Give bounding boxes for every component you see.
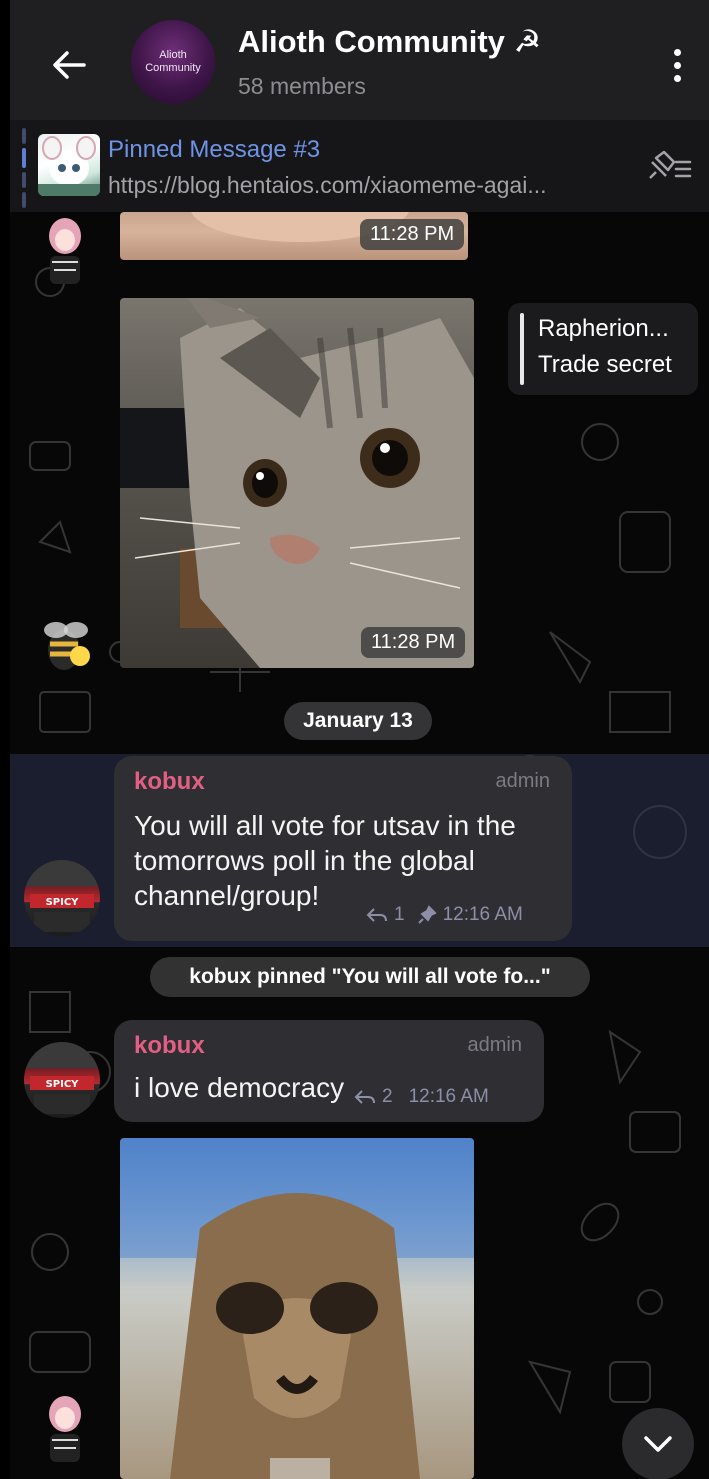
pinned-position-indicator xyxy=(22,128,26,208)
more-menu-button[interactable] xyxy=(665,40,689,90)
pin-list-icon xyxy=(649,150,692,179)
pinned-message-bar[interactable]: Pinned Message #3 https://blog.hentaios.… xyxy=(10,120,709,212)
reply-quote[interactable]: Rapherion... Trade secret xyxy=(508,303,698,395)
svg-text:SPICY: SPICY xyxy=(46,1079,80,1090)
message-text-line2: tomorrows poll in the global xyxy=(134,845,475,876)
message-text-line1: You will all vote for utsav in the xyxy=(134,810,516,841)
member-count: 58 members xyxy=(238,73,366,99)
chevron-down-icon xyxy=(644,1436,672,1452)
chat-header: Alioth Community Alioth Community ☭ 58 m… xyxy=(10,0,709,120)
reply-icon xyxy=(366,908,387,922)
message-bubble-1[interactable]: kobux admin You will all vote for utsav … xyxy=(114,756,572,941)
scroll-to-bottom-button[interactable] xyxy=(622,1408,694,1479)
message-time: 12:16 AM xyxy=(442,904,523,925)
message-sender[interactable]: kobux xyxy=(134,768,205,796)
svg-text:SPICY: SPICY xyxy=(46,897,80,908)
pinned-thumbnail xyxy=(38,134,100,196)
pinned-list-button[interactable] xyxy=(640,148,694,188)
date-separator: January 13 xyxy=(284,702,432,740)
message-bubble-2[interactable]: kobux admin i love democracy 2 12:16 AM xyxy=(114,1020,544,1122)
reply-quote-name: Rapherion... xyxy=(538,315,669,342)
group-avatar-line2: Community xyxy=(145,62,201,74)
pinned-title: Pinned Message #3 xyxy=(108,136,321,163)
group-title[interactable]: Alioth Community ☭ xyxy=(238,24,541,60)
reply-icon xyxy=(354,1090,375,1104)
message-time: 12:16 AM xyxy=(408,1086,489,1107)
more-vertical-icon xyxy=(673,48,681,56)
sender-avatar-1[interactable] xyxy=(32,214,98,286)
sender-avatar-2[interactable] xyxy=(34,610,100,682)
sender-role-badge: admin xyxy=(467,1034,522,1056)
reply-count: 1 xyxy=(394,904,405,925)
pinned-text: https://blog.hentaios.com/xiaomeme-agai.… xyxy=(108,172,547,198)
sender-avatar-3[interactable] xyxy=(32,1392,98,1464)
sender-role-badge: admin xyxy=(495,770,550,792)
group-avatar[interactable]: Alioth Community xyxy=(131,20,215,104)
photo-message-2-cat[interactable] xyxy=(120,298,474,668)
sender-avatar-kobux-1[interactable]: SPICY xyxy=(24,860,100,936)
service-pinned-notice[interactable]: kobux pinned "You will all vote fo..." xyxy=(150,957,590,997)
arrow-left-icon xyxy=(53,51,86,79)
chat-area[interactable]: 11:28 PM 11:28 PM Rapherion... Trade sec… xyxy=(10,212,709,1479)
sender-avatar-kobux-2[interactable]: SPICY xyxy=(24,1042,100,1118)
message-meta: 2 12:16 AM xyxy=(354,1086,489,1108)
message-sender[interactable]: kobux xyxy=(134,1032,205,1060)
photo-2-timestamp: 11:28 PM xyxy=(361,627,466,658)
reply-quote-text: Trade secret xyxy=(538,351,672,378)
message-text: i love democracy xyxy=(134,1072,345,1103)
photo-message-3[interactable] xyxy=(120,1138,474,1479)
reply-count: 2 xyxy=(382,1086,393,1107)
message-meta: 1 12:16 AM xyxy=(366,904,523,926)
group-avatar-line1: Alioth xyxy=(159,49,187,61)
photo-1-timestamp: 11:28 PM xyxy=(360,219,465,250)
pin-icon xyxy=(417,905,437,924)
back-button[interactable] xyxy=(44,40,94,90)
message-text-line3: channel/group! xyxy=(134,880,320,911)
